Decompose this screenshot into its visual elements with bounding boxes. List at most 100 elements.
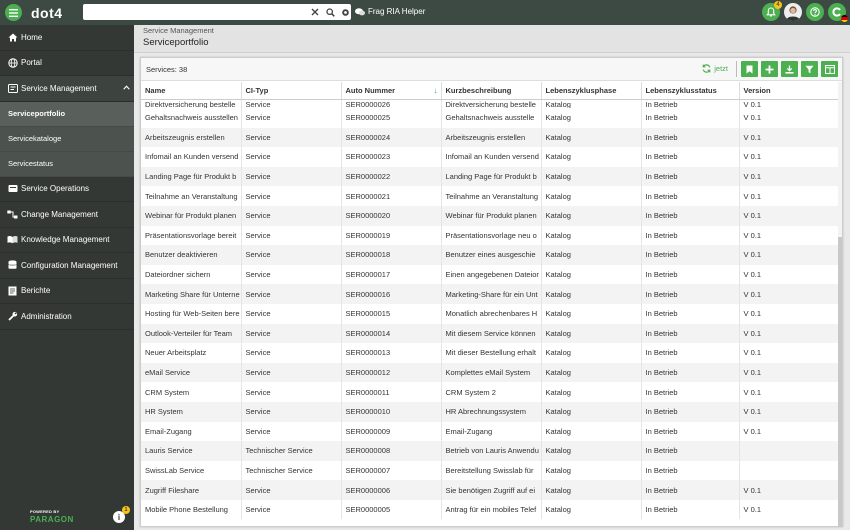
sidebar-subitem-servicekataloge[interactable]: Servicekataloge [0, 126, 134, 152]
column-header-kurzbeschreibung[interactable]: Kurzbeschreibung [441, 82, 542, 100]
table-row[interactable]: Dateiordner sichern Service SER0000017 Eine… [141, 264, 839, 285]
gear-icon[interactable] [339, 6, 351, 18]
sidebar-item-administration[interactable]: Administration [0, 304, 134, 330]
table-row[interactable]: Neuer Arbeitsplatz Service SER0000013 Mit d… [141, 343, 839, 363]
table-row[interactable]: SwissLab Service Technischer Service SER00… [141, 460, 839, 481]
table-row[interactable]: Präsentationsvorlage bereit Service SER000… [141, 225, 839, 246]
sidebar-item-knowledge-management[interactable]: Knowledge Management [0, 228, 134, 253]
add-button[interactable] [761, 61, 778, 77]
export-button[interactable] [781, 61, 798, 77]
table-row[interactable]: Benutzer deaktivieren Service SER0000018 Be… [141, 245, 839, 265]
table-row[interactable]: Hosting für Web-Seiten bere Service SER000… [141, 303, 839, 324]
language-button[interactable] [828, 3, 848, 22]
table-cell: SER0000016 [341, 284, 442, 304]
table-cell: V 0.1 [739, 245, 839, 265]
powered-by-label: POWERED BY [30, 509, 60, 514]
table-row[interactable]: Mobile Phone Bestellung Service SER0000005… [141, 499, 839, 520]
table-row[interactable]: Infomail an Kunden versend Service SER0000… [141, 147, 839, 167]
table-row[interactable]: Lauris Service Technischer Service SER0000… [141, 441, 839, 461]
column-header-label: Auto Nummer [345, 85, 396, 95]
table-cell: Lauris Service [141, 441, 242, 461]
column-header-version[interactable]: Version [739, 82, 839, 100]
column-header-lebenszyklusstatus[interactable]: Lebenszyklusstatus [641, 82, 740, 100]
sidebar-item-portal[interactable]: Portal [0, 51, 134, 76]
scrollbar[interactable] [838, 82, 842, 527]
refresh-button[interactable]: jetzt [702, 64, 728, 73]
column-header-name[interactable]: Name [141, 82, 242, 100]
book-icon [7, 234, 18, 245]
breadcrumb[interactable]: Service Management [143, 26, 214, 35]
column-header-ci-typ[interactable]: CI-Typ [241, 82, 342, 100]
table-cell: SER0000005 [341, 499, 442, 520]
info-button[interactable]: i 1 [113, 506, 130, 523]
sidebar-item-label: Change Management [21, 209, 98, 219]
column-header-auto-nummer[interactable]: Auto Nummer ↓ [341, 82, 442, 100]
services-panel: Services: 38 jetzt Name CI-Typ Auto Numm… [140, 57, 843, 527]
table-cell: Monatlich abrechenbares H [441, 303, 542, 324]
table-cell: Service [241, 245, 342, 265]
sidebar-subitem-servicestatus[interactable]: Servicestatus [0, 151, 134, 177]
table-cell: In Betrieb [641, 166, 740, 187]
table-row[interactable]: eMail Service Service SER0000012 Komplettes… [141, 362, 839, 383]
table-cell: Einen angegebenen Dateior [441, 264, 542, 285]
table-cell: Katalog [541, 108, 642, 128]
page-header [134, 25, 850, 53]
sidebar-item-service-management[interactable]: Service Management [0, 76, 134, 102]
table-cell: In Betrieb [641, 205, 740, 226]
notifications-button[interactable]: 4 [762, 1, 782, 21]
table-cell: CRM System 2 [441, 382, 542, 402]
sidebar-item-label: Knowledge Management [21, 235, 110, 245]
table-cell: In Betrieb [641, 186, 740, 206]
table-row[interactable]: Gehaltsnachweis ausstellen Service SER0000… [141, 108, 839, 128]
filter-button[interactable] [801, 61, 818, 77]
columns-button[interactable] [821, 61, 838, 77]
top-bar: dot4 Frag RIA Helper 4 [0, 0, 850, 25]
table-cell: In Betrieb [641, 127, 740, 148]
report-icon [7, 285, 18, 296]
table-row[interactable]: Teilnahme an Veranstaltung Service SER0000… [141, 186, 839, 206]
sidebar-item-configuration-management[interactable]: Configuration Management [0, 253, 134, 279]
table-cell: Katalog [541, 303, 642, 324]
table-cell: In Betrieb [641, 441, 740, 461]
download-icon [785, 65, 794, 74]
table-cell: SER0000022 [341, 166, 442, 187]
table-cell: Zugriff Fileshare [141, 480, 242, 500]
ria-helper-button[interactable]: Frag RIA Helper [355, 7, 425, 16]
table-row[interactable]: Outlook-Verteiler für Team Service SER0000… [141, 323, 839, 344]
table-cell: V 0.1 [739, 147, 839, 167]
table-cell: V 0.1 [739, 225, 839, 246]
clear-icon[interactable] [309, 6, 321, 18]
sidebar-subitem-serviceportfolio[interactable]: Serviceportfolio [0, 101, 134, 127]
table-cell [739, 460, 839, 481]
table-row[interactable]: Marketing Share für Unterne Service SER000… [141, 284, 839, 304]
table-cell: Marketing Share für Unterne [141, 284, 242, 304]
sidebar-item-berichte[interactable]: Berichte [0, 279, 134, 304]
column-header-lebenszyklusphase[interactable]: Lebenszyklusphase [541, 82, 642, 100]
avatar[interactable] [784, 3, 802, 21]
table-row[interactable]: Zugriff Fileshare Service SER0000006 Sie be… [141, 480, 839, 500]
table-row[interactable]: Landing Page für Produkt b Service SER0000… [141, 166, 839, 187]
scrollbar-thumb[interactable] [838, 237, 842, 527]
table-row[interactable]: Webinar für Produkt planen Service SER0000… [141, 205, 839, 226]
table-row[interactable]: Email-Zugang Service SER0000009 Email-Zugan… [141, 421, 839, 442]
table-row[interactable]: Direktversicherung bestelle Service SER0… [141, 99, 839, 108]
sidebar-item-home[interactable]: Home [0, 25, 134, 51]
table-row[interactable]: CRM System Service SER0000011 CRM System 2K… [141, 382, 839, 402]
panel-toolbar: Services: 38 jetzt [141, 58, 842, 81]
sidebar-item-change-management[interactable]: Change Management [0, 202, 134, 228]
help-button[interactable] [806, 3, 824, 21]
menu-icon[interactable] [5, 4, 22, 21]
table-cell: SER0000009 [341, 421, 442, 442]
table-row[interactable]: HR System Service SER0000010 HR Abrechnungs… [141, 401, 839, 422]
table-cell: V 0.1 [739, 284, 839, 304]
search-icon[interactable] [324, 6, 336, 18]
table-cell: Katalog [541, 499, 642, 520]
table-cell: Katalog [541, 284, 642, 304]
change-management-icon [7, 209, 18, 220]
bookmark-button[interactable] [741, 61, 758, 77]
notification-badge: 4 [774, 1, 782, 9]
table-cell: Service [241, 303, 342, 324]
sidebar-item-service-operations[interactable]: Service Operations [0, 177, 134, 202]
table-row[interactable]: Arbeitszeugnis erstellen Service SER000002… [141, 127, 839, 148]
plus-icon [765, 65, 774, 73]
